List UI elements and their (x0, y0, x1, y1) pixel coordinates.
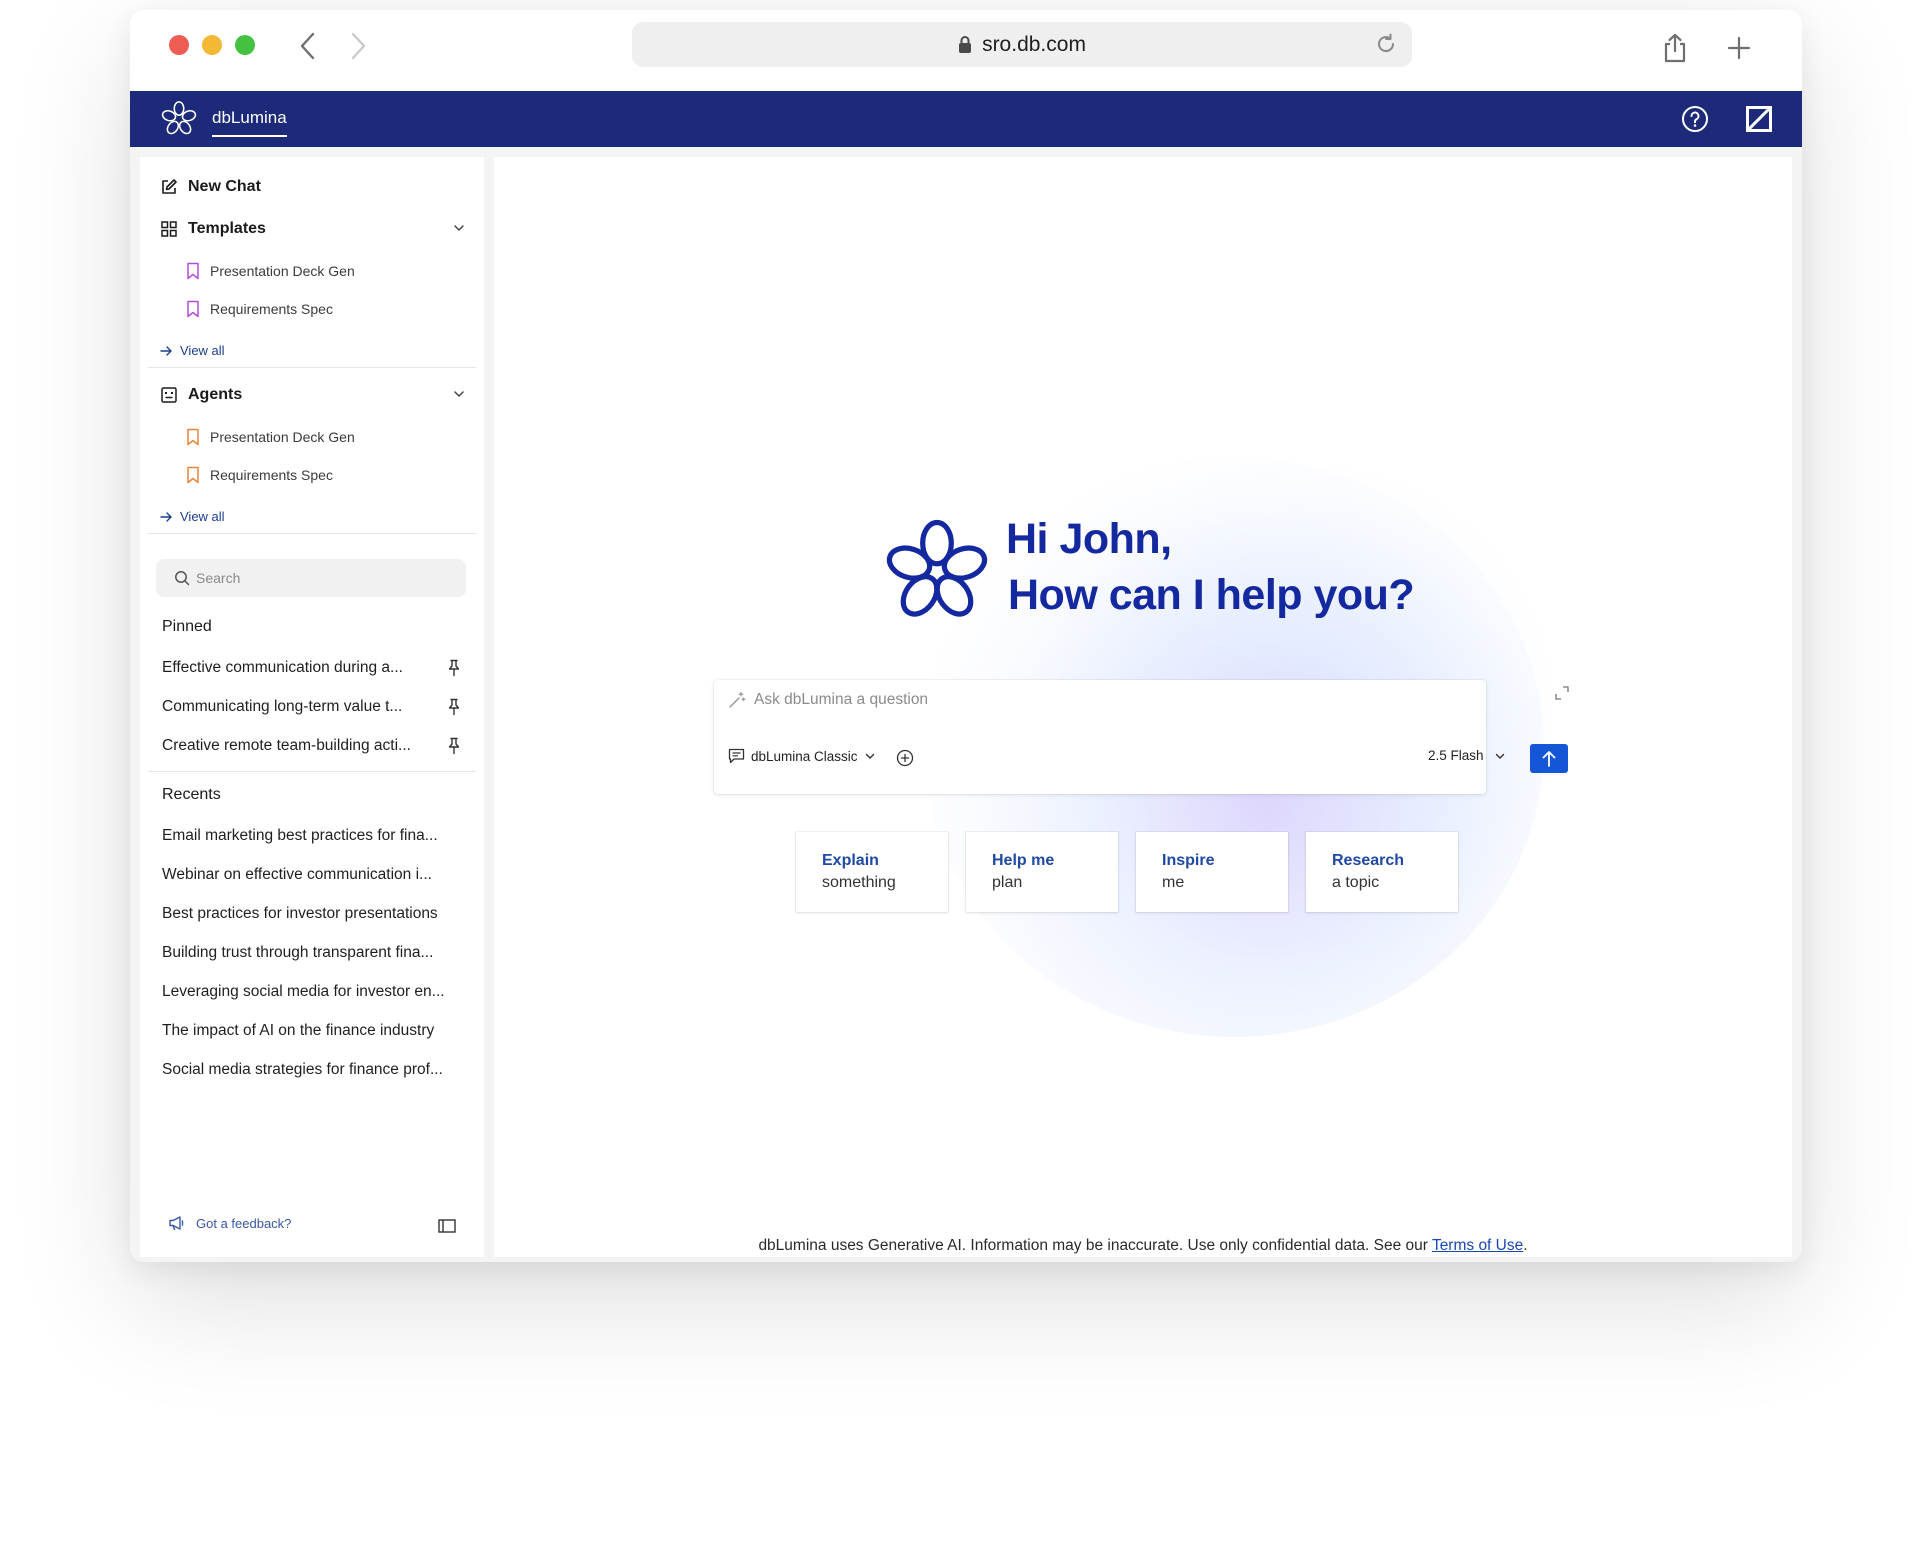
recent-conversation-item[interactable]: Social media strategies for finance prof… (162, 1061, 462, 1079)
minimize-window-button[interactable] (202, 35, 222, 55)
pinned-conversation-item[interactable]: Creative remote team-building acti... (162, 737, 462, 755)
agent-icon (160, 386, 178, 404)
grid-icon (160, 220, 178, 238)
new-chat-label: New Chat (188, 178, 261, 195)
address-bar[interactable]: sro.db.com (632, 22, 1412, 67)
arrow-up-icon (1542, 750, 1556, 767)
agent-item-requirements-spec[interactable]: Requirements Spec (186, 465, 333, 485)
pinned-conversation-item[interactable]: Effective communication during a... (162, 659, 462, 677)
app-body: New Chat Templates Presentation Deck Gen (130, 147, 1802, 1262)
edit-icon (160, 178, 178, 196)
templates-section-toggle[interactable]: Templates (160, 217, 466, 241)
greeting-title: Hi John, (1006, 515, 1172, 563)
help-circle-icon[interactable] (1681, 105, 1709, 133)
plus-icon[interactable] (1721, 30, 1757, 66)
suggestion-explain-button[interactable]: Explain something (796, 832, 948, 912)
section-divider (148, 771, 476, 772)
window-controls (169, 35, 255, 55)
reload-icon[interactable] (1374, 32, 1398, 56)
arrow-right-icon (160, 511, 172, 523)
terms-of-use-link[interactable]: Terms of Use (1432, 1237, 1523, 1254)
bookmark-icon (186, 300, 200, 318)
feedback-link[interactable]: Got a feedback? (168, 1215, 291, 1231)
search-input[interactable]: Search (156, 559, 466, 597)
chevron-down-icon (1494, 750, 1506, 762)
search-placeholder: Search (196, 570, 241, 586)
recent-conversation-item[interactable]: The impact of AI on the finance industry (162, 1022, 462, 1040)
model-select[interactable]: 2.5 Flash (1428, 748, 1506, 763)
arrow-right-icon (160, 345, 172, 357)
pin-icon[interactable] (446, 659, 462, 677)
recent-conversation-item[interactable]: Webinar on effective communication i... (162, 866, 462, 884)
bookmark-icon (186, 428, 200, 446)
lock-icon (958, 35, 972, 54)
agent-item-presentation-deck-gen[interactable]: Presentation Deck Gen (186, 427, 355, 447)
bookmark-icon (186, 466, 200, 484)
sidebar-collapse-icon[interactable] (438, 1219, 456, 1233)
pinned-title: Pinned (162, 618, 212, 635)
chevron-right-icon[interactable] (340, 28, 376, 64)
greeting-subtitle: How can I help you? (1008, 571, 1415, 619)
agents-view-all-link[interactable]: View all (160, 509, 225, 524)
send-button[interactable] (1530, 744, 1568, 773)
chevron-down-icon (452, 221, 466, 240)
agents-title: Agents (188, 386, 243, 403)
suggestion-chips: Explain something Help me plan Inspire m… (796, 832, 1458, 912)
chat-composer[interactable]: Ask dbLumina a question dbLumina Classic… (714, 680, 1504, 794)
dblumina-hero-logo-icon (886, 519, 988, 617)
dblumina-logo-icon[interactable] (160, 100, 198, 138)
zoom-window-button[interactable] (235, 35, 255, 55)
app-title-tab[interactable]: dbLumina (212, 108, 287, 137)
chevron-down-icon (452, 387, 466, 406)
add-attachment-icon[interactable] (896, 749, 914, 767)
bookmark-icon (186, 262, 200, 280)
recent-conversation-item[interactable]: Leveraging social media for investor en.… (162, 983, 462, 1001)
search-icon (174, 570, 190, 586)
browser-window: sro.db.com dbLumina New Chat Templates P… (130, 10, 1802, 1262)
mode-select[interactable]: dbLumina Classic (728, 748, 876, 764)
url-text: sro.db.com (982, 32, 1086, 56)
recent-conversation-item[interactable]: Best practices for investor presentation… (162, 905, 462, 923)
browser-toolbar: sro.db.com (130, 10, 1802, 91)
templates-title: Templates (188, 220, 266, 237)
suggestion-inspire-button[interactable]: Inspire me (1136, 832, 1288, 912)
question-input[interactable]: Ask dbLumina a question (728, 691, 928, 709)
recent-conversation-item[interactable]: Email marketing best practices for fina.… (162, 827, 462, 845)
app-header: dbLumina (130, 91, 1802, 147)
sidebar: New Chat Templates Presentation Deck Gen (140, 157, 484, 1257)
section-divider (148, 367, 476, 368)
close-window-button[interactable] (169, 35, 189, 55)
share-icon[interactable] (1657, 30, 1693, 66)
db-slash-logo (1746, 106, 1772, 132)
suggestion-help-plan-button[interactable]: Help me plan (966, 832, 1118, 912)
pin-icon[interactable] (446, 698, 462, 716)
suggestion-research-button[interactable]: Research a topic (1306, 832, 1458, 912)
megaphone-icon (168, 1215, 186, 1231)
recents-title: Recents (162, 786, 221, 803)
magic-wand-icon (728, 691, 746, 709)
expand-icon[interactable] (1554, 685, 1570, 701)
chat-bubble-icon (728, 748, 745, 764)
ai-disclaimer: dbLumina uses Generative AI. Information… (758, 1237, 1528, 1254)
chevron-left-icon[interactable] (290, 28, 326, 64)
question-placeholder: Ask dbLumina a question (754, 691, 929, 708)
pinned-conversation-item[interactable]: Communicating long-term value t... (162, 698, 462, 716)
recent-conversation-item[interactable]: Building trust through transparent fina.… (162, 944, 462, 962)
chat-main-panel: Hi John, How can I help you? Ask dbLumin… (494, 157, 1792, 1257)
chevron-down-icon (864, 750, 876, 762)
templates-view-all-link[interactable]: View all (160, 343, 225, 358)
agents-section-toggle[interactable]: Agents (160, 383, 466, 407)
section-divider (148, 533, 476, 534)
new-chat-button[interactable]: New Chat (160, 175, 261, 199)
template-item-requirements-spec[interactable]: Requirements Spec (186, 299, 333, 319)
pin-icon[interactable] (446, 737, 462, 755)
template-item-presentation-deck-gen[interactable]: Presentation Deck Gen (186, 261, 355, 281)
